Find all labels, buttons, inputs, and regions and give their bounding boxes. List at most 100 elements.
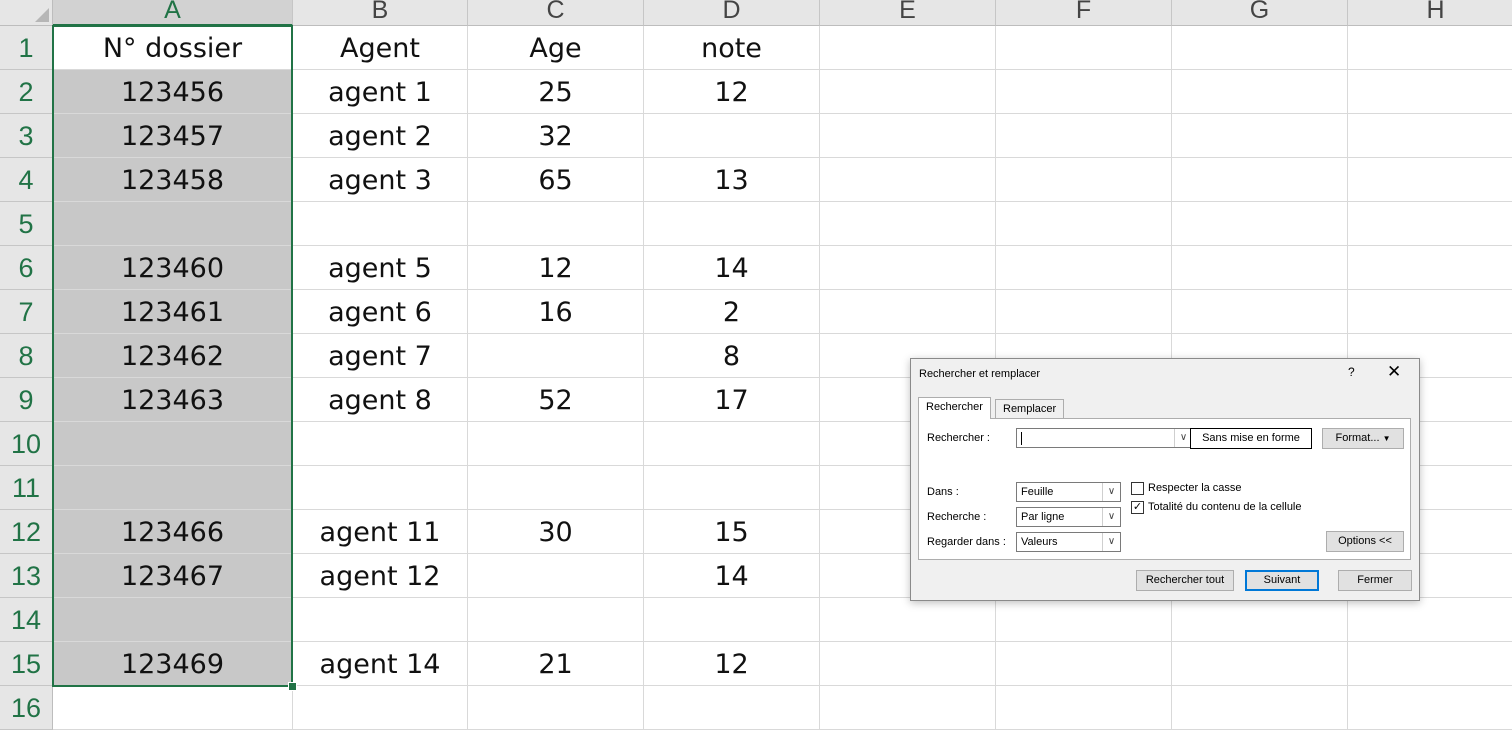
cell-a5[interactable] [53,202,293,246]
cell-d5[interactable] [644,202,820,246]
cell-h6[interactable] [1348,246,1512,290]
row-header-3[interactable]: 3 [0,114,53,158]
cell-d3[interactable] [644,114,820,158]
cell-c16[interactable] [468,686,644,730]
cell-a15[interactable]: 123469 [53,642,293,686]
cell-b15[interactable]: agent 14 [293,642,468,686]
cell-h16[interactable] [1348,686,1512,730]
cell-d2[interactable]: 12 [644,70,820,114]
cell-a3[interactable]: 123457 [53,114,293,158]
cell-b2[interactable]: agent 1 [293,70,468,114]
cell-a16[interactable] [53,686,293,730]
cell-h4[interactable] [1348,158,1512,202]
cell-b4[interactable]: agent 3 [293,158,468,202]
format-button[interactable]: Format... ▼ [1322,428,1404,449]
cell-f14[interactable] [996,598,1172,642]
cell-e7[interactable] [820,290,996,334]
cell-g15[interactable] [1172,642,1348,686]
cell-f3[interactable] [996,114,1172,158]
cell-c3[interactable]: 32 [468,114,644,158]
cell-c8[interactable] [468,334,644,378]
cell-g16[interactable] [1172,686,1348,730]
cell-e5[interactable] [820,202,996,246]
cell-h2[interactable] [1348,70,1512,114]
row-header-1[interactable]: 1 [0,26,53,70]
row-header-4[interactable]: 4 [0,158,53,202]
cell-c10[interactable] [468,422,644,466]
cell-a8[interactable]: 123462 [53,334,293,378]
row-header-12[interactable]: 12 [0,510,53,554]
cell-g5[interactable] [1172,202,1348,246]
column-header-f[interactable]: F [996,0,1172,26]
cell-c12[interactable]: 30 [468,510,644,554]
cell-e1[interactable] [820,26,996,70]
cell-f5[interactable] [996,202,1172,246]
cell-a9[interactable]: 123463 [53,378,293,422]
cell-d8[interactable]: 8 [644,334,820,378]
cell-e14[interactable] [820,598,996,642]
row-header-5[interactable]: 5 [0,202,53,246]
cell-a12[interactable]: 123466 [53,510,293,554]
chevron-down-icon[interactable]: ∨ [1102,533,1120,551]
row-header-8[interactable]: 8 [0,334,53,378]
cell-f7[interactable] [996,290,1172,334]
cell-g7[interactable] [1172,290,1348,334]
row-header-14[interactable]: 14 [0,598,53,642]
column-header-e[interactable]: E [820,0,996,26]
cell-c5[interactable] [468,202,644,246]
cell-f15[interactable] [996,642,1172,686]
cell-d4[interactable]: 13 [644,158,820,202]
row-header-2[interactable]: 2 [0,70,53,114]
cell-b5[interactable] [293,202,468,246]
cell-d10[interactable] [644,422,820,466]
select-all-corner[interactable] [0,0,53,26]
chevron-down-icon[interactable]: ∨ [1102,508,1120,526]
cell-e4[interactable] [820,158,996,202]
chevron-down-icon[interactable]: ∨ [1102,483,1120,501]
cell-f1[interactable] [996,26,1172,70]
cell-b1[interactable]: Agent [293,26,468,70]
cell-c1[interactable]: Age [468,26,644,70]
within-select[interactable]: Feuille ∨ [1016,482,1121,502]
cell-a10[interactable] [53,422,293,466]
cell-a4[interactable]: 123458 [53,158,293,202]
cell-h7[interactable] [1348,290,1512,334]
cell-d9[interactable]: 17 [644,378,820,422]
cell-d14[interactable] [644,598,820,642]
cell-c13[interactable] [468,554,644,598]
row-header-13[interactable]: 13 [0,554,53,598]
cell-f6[interactable] [996,246,1172,290]
cell-c9[interactable]: 52 [468,378,644,422]
cell-f2[interactable] [996,70,1172,114]
find-input[interactable]: ∨ [1016,428,1193,448]
cell-a14[interactable] [53,598,293,642]
tab-remplacer[interactable]: Remplacer [995,399,1065,419]
cell-c14[interactable] [468,598,644,642]
cell-g6[interactable] [1172,246,1348,290]
lookin-select[interactable]: Valeurs ∨ [1016,532,1121,552]
row-header-11[interactable]: 11 [0,466,53,510]
cell-c2[interactable]: 25 [468,70,644,114]
cell-e6[interactable] [820,246,996,290]
close-button[interactable]: Fermer [1338,570,1412,591]
column-header-b[interactable]: B [293,0,468,26]
cell-c11[interactable] [468,466,644,510]
cell-g4[interactable] [1172,158,1348,202]
cell-b7[interactable]: agent 6 [293,290,468,334]
cell-f16[interactable] [996,686,1172,730]
cell-b12[interactable]: agent 11 [293,510,468,554]
fill-handle[interactable] [288,682,297,691]
cell-d16[interactable] [644,686,820,730]
cell-b10[interactable] [293,422,468,466]
column-header-d[interactable]: D [644,0,820,26]
cell-d15[interactable]: 12 [644,642,820,686]
cell-c4[interactable]: 65 [468,158,644,202]
entire-cell-checkbox[interactable]: ✓ [1131,501,1144,514]
row-header-7[interactable]: 7 [0,290,53,334]
cell-g2[interactable] [1172,70,1348,114]
cell-g14[interactable] [1172,598,1348,642]
cell-b6[interactable]: agent 5 [293,246,468,290]
match-case-checkbox[interactable] [1131,482,1144,495]
row-header-10[interactable]: 10 [0,422,53,466]
row-header-6[interactable]: 6 [0,246,53,290]
